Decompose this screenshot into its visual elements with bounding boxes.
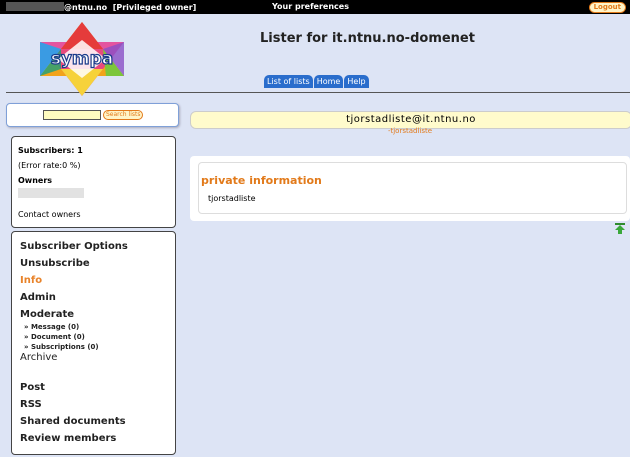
user-info: @ntnu.no [Privileged owner]: [6, 2, 196, 12]
menu-unsubscribe[interactable]: Unsubscribe: [20, 258, 90, 269]
list-info-box: Subscribers: 1 (Error rate:0 %) Owners C…: [11, 136, 176, 228]
search-box: Search lists: [6, 103, 179, 127]
menu-shared-documents[interactable]: Shared documents: [20, 416, 126, 427]
redacted-email: [6, 2, 64, 11]
menu-rss[interactable]: RSS: [20, 399, 42, 410]
section-text: tjorstadliste: [208, 194, 256, 203]
back-to-top-icon[interactable]: [614, 223, 626, 238]
menu-moderate-subscriptions[interactable]: » Subscriptions (0): [24, 343, 99, 351]
user-email: @ntnu.no: [64, 3, 108, 12]
moderate-document-label: Document (0): [30, 333, 85, 341]
sympa-logo[interactable]: sympa: [36, 20, 128, 101]
list-menu: Subscriber Options Unsubscribe Info Admi…: [11, 231, 176, 455]
menu-moderate[interactable]: Moderate: [20, 309, 74, 320]
menu-admin[interactable]: Admin: [20, 292, 56, 303]
section-heading: private information: [201, 174, 322, 187]
content-panel: private information tjorstadliste: [190, 156, 630, 221]
header: sympa Lister for it.ntnu.no-domenet List…: [6, 14, 630, 96]
search-lists-button[interactable]: Search lists: [103, 110, 144, 120]
search-input[interactable]: [43, 110, 101, 120]
subscriber-count: Subscribers: 1: [18, 146, 83, 155]
redacted-owner: [18, 188, 84, 198]
menu-info[interactable]: Info: [20, 275, 42, 286]
nav-tabs: List of lists Home Help: [264, 75, 370, 88]
logout-button[interactable]: Logout: [588, 2, 626, 13]
preferences-link[interactable]: Your preferences: [272, 2, 349, 11]
top-bar: @ntnu.no [Privileged owner] Your prefere…: [0, 0, 630, 14]
list-subject: -tjorstadliste: [387, 127, 433, 135]
tab-list-of-lists[interactable]: List of lists: [264, 75, 313, 88]
menu-review-members[interactable]: Review members: [20, 433, 116, 444]
info-section: private information tjorstadliste: [198, 162, 627, 214]
menu-moderate-message[interactable]: » Message (0): [24, 323, 79, 331]
user-role: [Privileged owner]: [112, 3, 197, 12]
menu-post[interactable]: Post: [20, 382, 45, 393]
tab-home[interactable]: Home: [313, 75, 344, 88]
owners-label: Owners: [18, 176, 53, 185]
menu-subscriber-options[interactable]: Subscriber Options: [20, 241, 128, 252]
error-rate: (Error rate:0 %): [18, 161, 81, 170]
contact-owners-link[interactable]: Contact owners: [18, 210, 81, 219]
menu-archive[interactable]: Archive: [20, 352, 57, 363]
page-title: Lister for it.ntnu.no-domenet: [260, 31, 475, 46]
menu-moderate-document[interactable]: » Document (0): [24, 333, 85, 341]
logo-text: sympa: [51, 49, 114, 69]
moderate-subscriptions-label: Subscriptions (0): [30, 343, 99, 351]
tab-help[interactable]: Help: [344, 75, 369, 88]
moderate-message-label: Message (0): [30, 323, 80, 331]
